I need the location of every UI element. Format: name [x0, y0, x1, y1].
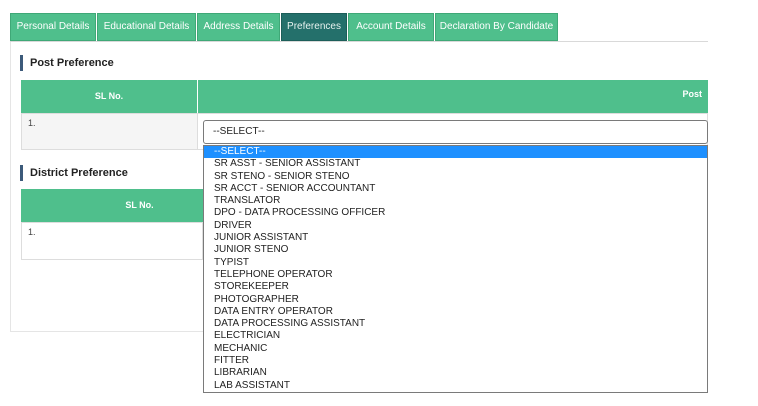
tab-address-details[interactable]: Address Details [197, 13, 280, 41]
panel-border-bottom [10, 331, 210, 332]
dropdown-option[interactable]: LAB ASSISTANT [204, 380, 707, 392]
tab-underline [10, 41, 708, 42]
dropdown-option[interactable]: STOREKEEPER [204, 281, 707, 293]
dropdown-option[interactable]: MECHANIC [204, 343, 707, 355]
dropdown-option[interactable]: SR ACCT - SENIOR ACCOUNTANT [204, 183, 707, 195]
post-preference-title: Post Preference [20, 55, 114, 71]
dropdown-option[interactable]: JUNIOR STENO [204, 244, 707, 256]
dropdown-option[interactable]: PHOTOGRAPHER [204, 294, 707, 306]
dropdown-option[interactable]: --SELECT-- [204, 146, 707, 159]
post-select-dropdown: --SELECT-- SR ASST - SENIOR ASSISTANT SR S… [203, 145, 708, 393]
dropdown-option[interactable]: DATA ENTRY OPERATOR [204, 306, 707, 318]
tab-personal-details[interactable]: Personal Details [10, 13, 96, 41]
dropdown-option[interactable]: DPO - DATA PROCESSING OFFICER [204, 207, 707, 219]
dropdown-option[interactable]: TYPIST [204, 257, 707, 269]
district-preference-title: District Preference [20, 165, 128, 181]
dropdown-option[interactable]: SR STENO - SENIOR STENO [204, 171, 707, 183]
district-table-row-sl: 1. [21, 222, 203, 260]
post-select[interactable]: --SELECT-- [203, 120, 708, 144]
dropdown-option[interactable]: DRIVER [204, 220, 707, 232]
dropdown-option[interactable]: DATA PROCESSING ASSISTANT [204, 318, 707, 330]
post-table-header-sl: SL No. [21, 80, 197, 113]
dropdown-option[interactable]: JUNIOR ASSISTANT [204, 232, 707, 244]
dropdown-option[interactable]: TELEPHONE OPERATOR [204, 269, 707, 281]
tab-educational-details[interactable]: Educational Details [97, 13, 196, 41]
dropdown-option[interactable]: SR ASST - SENIOR ASSISTANT [204, 158, 707, 170]
panel-border [10, 42, 11, 332]
dropdown-option[interactable]: TRANSLATOR [204, 195, 707, 207]
post-table-header-post: Post [198, 80, 708, 113]
post-table-row-sl: 1. [21, 113, 198, 150]
tab-preferences[interactable]: Preferences [281, 13, 347, 41]
tab-account-details[interactable]: Account Details [348, 13, 434, 41]
dropdown-option[interactable]: LIBRARIAN [204, 367, 707, 379]
dropdown-option[interactable]: FITTER [204, 355, 707, 367]
dropdown-option[interactable]: ELECTRICIAN [204, 330, 707, 342]
tab-declaration-by-candidate[interactable]: Declaration By Candidate [435, 13, 558, 41]
